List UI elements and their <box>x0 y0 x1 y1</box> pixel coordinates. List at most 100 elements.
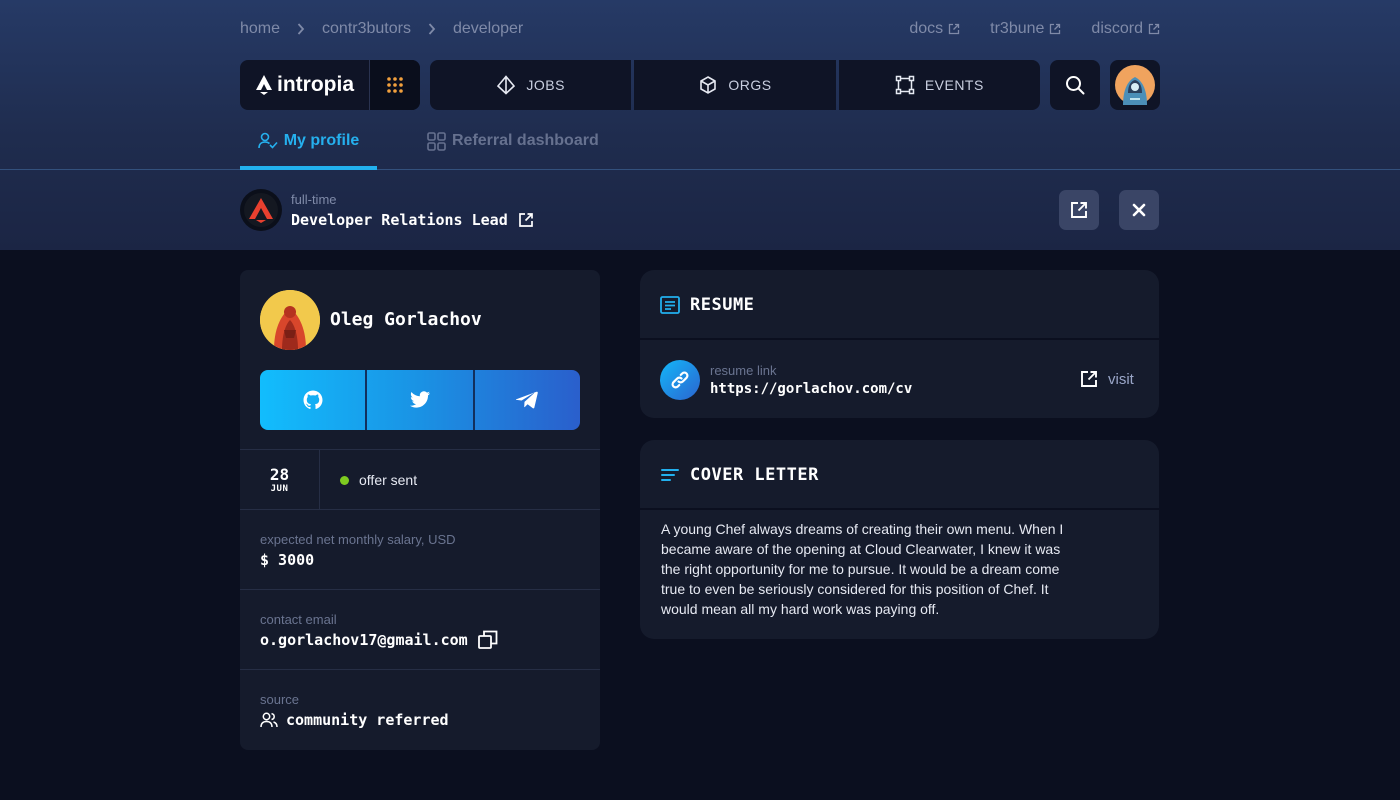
user-avatar <box>1115 65 1155 105</box>
link-icon <box>671 371 689 389</box>
date-month: JUN <box>270 484 289 494</box>
social-links <box>260 370 580 430</box>
job-title-label: Developer Relations Lead <box>291 211 508 229</box>
grid-dots-icon <box>387 77 403 93</box>
close-button[interactable] <box>1119 190 1159 230</box>
breadcrumb-contributors[interactable]: contr3butors <box>322 20 411 38</box>
chevron-right-icon <box>428 23 436 35</box>
cover-letter-card: COVER LETTER A young Chef always dreams … <box>640 440 1159 639</box>
row-divider <box>240 669 600 670</box>
source-value: community referred <box>260 711 449 729</box>
job-type: full-time <box>291 192 337 207</box>
application-date: 28 JUN <box>240 450 320 510</box>
copy-icon[interactable] <box>477 630 498 650</box>
users-icon <box>260 712 278 728</box>
cube-icon <box>700 76 717 94</box>
status-badge: offer sent <box>340 472 417 488</box>
github-icon <box>303 390 323 410</box>
email-text[interactable]: o.gorlachov17@gmail.com <box>260 631 468 649</box>
row-divider <box>240 509 600 510</box>
dashboard-icon <box>427 132 446 151</box>
nav-events-label: EVENTS <box>924 77 984 93</box>
tab-my-profile[interactable]: My profile <box>240 132 377 170</box>
tab-referral-dashboard-label: Referral dashboard <box>452 132 599 149</box>
frame-icon <box>895 75 915 95</box>
cover-letter-title: COVER LETTER <box>660 465 819 485</box>
user-check-icon <box>257 132 278 149</box>
tr3bune-link-label: tr3bune <box>990 20 1045 37</box>
resume-title-label: RESUME <box>690 295 755 315</box>
candidate-name: Oleg Gorlachov <box>330 309 482 330</box>
external-link-icon <box>1071 202 1087 218</box>
resume-link-value[interactable]: https://gorlachov.com/cv <box>710 381 912 397</box>
open-external-button[interactable] <box>1059 190 1099 230</box>
brand-block: intropia <box>240 60 420 110</box>
external-link-icon <box>1050 23 1061 35</box>
row-divider <box>240 589 600 590</box>
tab-referral-dashboard[interactable]: Referral dashboard <box>427 132 599 170</box>
salary-amount: $ 3000 <box>260 551 315 569</box>
visit-label: visit <box>1108 370 1134 388</box>
breadcrumb-developer[interactable]: developer <box>453 20 523 38</box>
tabs-divider <box>0 169 1400 170</box>
visit-button[interactable]: visit <box>1080 370 1134 388</box>
card-divider <box>640 338 1159 340</box>
external-links: docs tr3bune discord <box>909 20 1160 38</box>
external-link-icon <box>949 23 960 35</box>
status-label: offer sent <box>359 472 418 488</box>
candidate-avatar <box>260 290 320 350</box>
nav-jobs-label: JOBS <box>526 77 565 93</box>
candidate-avatar-image <box>260 290 320 350</box>
docs-link-label: docs <box>909 20 944 37</box>
close-icon <box>1132 203 1146 217</box>
intropia-logo-icon <box>256 75 272 95</box>
twitter-button[interactable] <box>365 370 472 430</box>
cover-letter-title-label: COVER LETTER <box>690 465 819 485</box>
salary-label: expected net monthly salary, USD <box>260 532 456 547</box>
telegram-button[interactable] <box>472 370 580 430</box>
source-label: source <box>260 692 300 707</box>
status-dot <box>340 475 349 485</box>
external-link-icon <box>1081 371 1097 387</box>
email-label: contact email <box>260 612 337 627</box>
source-text: community referred <box>286 711 449 729</box>
tab-my-profile-label: My profile <box>283 132 360 149</box>
text-lines-icon <box>661 469 679 481</box>
job-title[interactable]: Developer Relations Lead <box>291 211 534 229</box>
salary-value: $ 3000 <box>260 551 314 569</box>
header-background <box>0 0 1400 250</box>
user-avatar-button[interactable] <box>1110 60 1160 110</box>
card-divider <box>640 508 1159 510</box>
breadcrumb-home[interactable]: home <box>240 20 280 38</box>
twitter-icon <box>409 391 430 408</box>
main-nav: JOBS ORGS EVENTS <box>430 60 1040 110</box>
resume-title: RESUME <box>660 295 754 315</box>
nav-jobs[interactable]: JOBS <box>430 60 632 110</box>
resume-link-label: resume link <box>710 363 777 378</box>
company-logo-icon <box>244 193 278 227</box>
brand-logo[interactable]: intropia <box>240 60 369 110</box>
apps-menu-button[interactable] <box>369 60 420 110</box>
breadcrumb: home contr3butors developer <box>240 20 523 38</box>
search-button[interactable] <box>1050 60 1100 110</box>
github-button[interactable] <box>260 370 365 430</box>
telegram-icon <box>516 391 539 409</box>
brand-name: intropia <box>277 73 354 96</box>
email-value: o.gorlachov17@gmail.com <box>260 630 498 650</box>
nav-events[interactable]: EVENTS <box>838 60 1040 110</box>
docs-link[interactable]: docs <box>909 20 960 38</box>
cover-letter-text: A young Chef always dreams of creating t… <box>661 521 1064 617</box>
document-icon <box>660 296 680 314</box>
discord-link[interactable]: discord <box>1091 20 1160 38</box>
nav-orgs[interactable]: ORGS <box>634 60 836 110</box>
diamond-icon <box>497 75 516 95</box>
resume-card: RESUME resume link https://gorlachov.com… <box>640 270 1159 418</box>
chevron-right-icon <box>297 23 305 35</box>
date-day: 28 <box>269 465 290 484</box>
company-logo <box>240 189 282 231</box>
tr3bune-link[interactable]: tr3bune <box>990 20 1061 38</box>
external-link-icon <box>518 213 533 227</box>
search-icon <box>1066 76 1085 95</box>
link-icon-badge <box>660 360 700 400</box>
nav-orgs-label: ORGS <box>728 77 772 93</box>
